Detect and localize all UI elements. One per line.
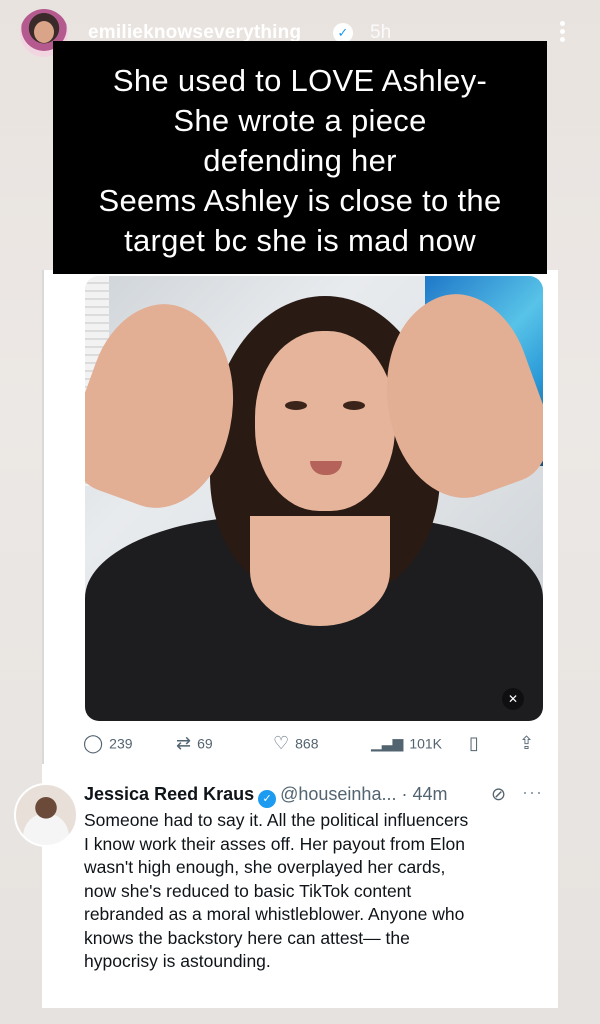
views-count: 101K [409, 735, 443, 752]
views-icon: ▁▃▆ [371, 735, 404, 752]
tweet-line: wasn't high enough, she overplayed her c… [84, 857, 446, 877]
bookmark-icon: ▯ [469, 733, 479, 754]
tweet-text: Someone had to say it. All the political… [84, 809, 544, 974]
like-button[interactable]: ♡ 868 [273, 731, 319, 753]
views-button[interactable]: ▁▃▆ 101K [371, 731, 442, 753]
more-icon[interactable] [556, 18, 568, 48]
mute-icon[interactable]: ✕ [502, 688, 524, 710]
reply-button[interactable]: ◯ 239 [83, 731, 133, 753]
post-actions: ◯ 239 ⇄ 69 ♡ 868 ▁▃▆ 101K ▯ ⇪ [83, 731, 553, 753]
caption-line: defending her [203, 143, 397, 178]
tweet-line: I know work their asses off. Her payout … [84, 833, 465, 854]
video-player[interactable] [85, 276, 543, 721]
grok-icon[interactable]: ⊘ [491, 784, 506, 805]
bookmark-button[interactable]: ▯ [469, 731, 485, 753]
video-person-eye-right [343, 401, 365, 410]
repost-icon: ⇄ [176, 733, 192, 754]
caption-line: She wrote a piece [173, 103, 427, 138]
tweet-line: hypocrisy is astounding. [84, 951, 271, 971]
video-person-neck [250, 516, 390, 626]
share-icon: ⇪ [519, 733, 535, 754]
reply-icon: ◯ [83, 733, 104, 754]
tweet-more-icon[interactable]: ··· [522, 782, 543, 803]
caption-line: She used to LOVE Ashley- [112, 63, 488, 98]
repost-button[interactable]: ⇄ 69 [176, 731, 213, 753]
tweet-author-avatar[interactable] [14, 783, 78, 847]
tweet-line: rebranded as a moral whistleblower. Anyo… [84, 904, 465, 924]
tweet-line: Someone had to say it. All the political… [84, 810, 469, 830]
verified-icon: ✓ [333, 23, 353, 43]
repost-count: 69 [197, 735, 213, 752]
tweet-header: Jessica Reed Kraus ✓ @houseinha... · 44m [84, 784, 448, 808]
like-count: 868 [295, 735, 319, 752]
caption-line: target bc she is mad now [124, 223, 476, 258]
thread-line [42, 270, 44, 764]
story-caption: She used to LOVE Ashley- She wrote a pie… [53, 41, 547, 274]
verified-icon: ✓ [258, 790, 277, 808]
share-button[interactable]: ⇪ [519, 731, 540, 753]
tweet-time: · 44m [401, 784, 448, 804]
tweet-line: knows the backstory here can attest— the [84, 927, 410, 948]
caption-line: Seems Ashley is close to the [98, 183, 502, 218]
video-person-face [255, 331, 395, 511]
tweet-author-handle[interactable]: @houseinha... [280, 784, 396, 804]
tweet-author-name[interactable]: Jessica Reed Kraus [84, 784, 254, 804]
tweet-line: now she's reduced to basic TikTok conten… [84, 880, 412, 901]
reply-count: 239 [109, 735, 133, 752]
video-person-eye-left [285, 401, 307, 410]
like-icon: ♡ [273, 733, 290, 754]
